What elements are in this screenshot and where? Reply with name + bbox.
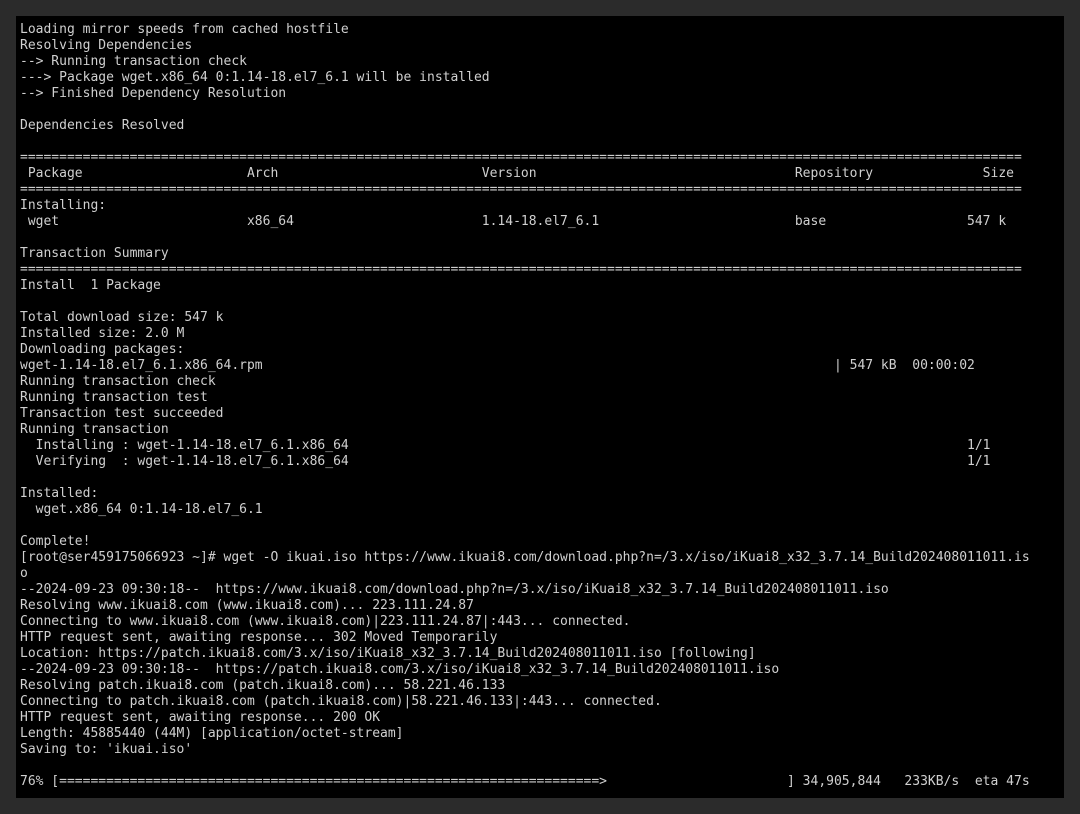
terminal-line: HTTP request sent, awaiting response... …: [20, 630, 1060, 646]
terminal-line: Installed:: [20, 486, 1060, 502]
terminal-line: Loading mirror speeds from cached hostfi…: [20, 22, 1060, 38]
terminal-line: Resolving Dependencies: [20, 38, 1060, 54]
terminal-line: [root@ser459175066923 ~]# wget -O ikuai.…: [20, 550, 1060, 566]
terminal-line: Installed size: 2.0 M: [20, 326, 1060, 342]
terminal-line: Verifying : wget-1.14-18.el7_6.1.x86_64 …: [20, 454, 1060, 470]
terminal-line: Complete!: [20, 534, 1060, 550]
terminal-line: o: [20, 566, 1060, 582]
terminal-line: Transaction test succeeded: [20, 406, 1060, 422]
terminal-line: Saving to: 'ikuai.iso': [20, 742, 1060, 758]
terminal-line: Connecting to www.ikuai8.com (www.ikuai8…: [20, 614, 1060, 630]
terminal-line: [20, 134, 1060, 150]
terminal-line: [20, 102, 1060, 118]
terminal-line: Package Arch Version Repository Size: [20, 166, 1060, 182]
terminal-line: ---> Package wget.x86_64 0:1.14-18.el7_6…: [20, 70, 1060, 86]
terminal-line: ========================================…: [20, 262, 1060, 278]
terminal-line: HTTP request sent, awaiting response... …: [20, 710, 1060, 726]
terminal-line: Connecting to patch.ikuai8.com (patch.ik…: [20, 694, 1060, 710]
terminal-line: --2024-09-23 09:30:18-- https://www.ikua…: [20, 582, 1060, 598]
terminal-line: [20, 230, 1060, 246]
terminal-line: --> Finished Dependency Resolution: [20, 86, 1060, 102]
terminal-line: Installing:: [20, 198, 1060, 214]
terminal-line: [20, 470, 1060, 486]
terminal-line: wget.x86_64 0:1.14-18.el7_6.1: [20, 502, 1060, 518]
terminal-line: Running transaction check: [20, 374, 1060, 390]
terminal-line: Location: https://patch.ikuai8.com/3.x/i…: [20, 646, 1060, 662]
terminal-line: Total download size: 547 k: [20, 310, 1060, 326]
terminal-line: ========================================…: [20, 150, 1060, 166]
terminal-line: Transaction Summary: [20, 246, 1060, 262]
terminal-line: wget-1.14-18.el7_6.1.x86_64.rpm | 547 kB…: [20, 358, 1060, 374]
terminal-line: --> Running transaction check: [20, 54, 1060, 70]
terminal-output[interactable]: Loading mirror speeds from cached hostfi…: [16, 16, 1064, 798]
terminal-line: --2024-09-23 09:30:18-- https://patch.ik…: [20, 662, 1060, 678]
terminal-line: Running transaction: [20, 422, 1060, 438]
terminal-line: Resolving patch.ikuai8.com (patch.ikuai8…: [20, 678, 1060, 694]
terminal-line: Resolving www.ikuai8.com (www.ikuai8.com…: [20, 598, 1060, 614]
terminal-line: Length: 45885440 (44M) [application/octe…: [20, 726, 1060, 742]
terminal-line: Install 1 Package: [20, 278, 1060, 294]
terminal-line: [20, 294, 1060, 310]
terminal-line: Downloading packages:: [20, 342, 1060, 358]
terminal-line: Running transaction test: [20, 390, 1060, 406]
screenshot-frame: Loading mirror speeds from cached hostfi…: [0, 0, 1080, 814]
terminal-line: [20, 758, 1060, 774]
terminal-line: Dependencies Resolved: [20, 118, 1060, 134]
terminal-line: ========================================…: [20, 182, 1060, 198]
terminal-line: wget x86_64 1.14-18.el7_6.1 base 547 k: [20, 214, 1060, 230]
terminal-line: [20, 518, 1060, 534]
terminal-line: 76% [===================================…: [20, 774, 1060, 790]
terminal-line: Installing : wget-1.14-18.el7_6.1.x86_64…: [20, 438, 1060, 454]
